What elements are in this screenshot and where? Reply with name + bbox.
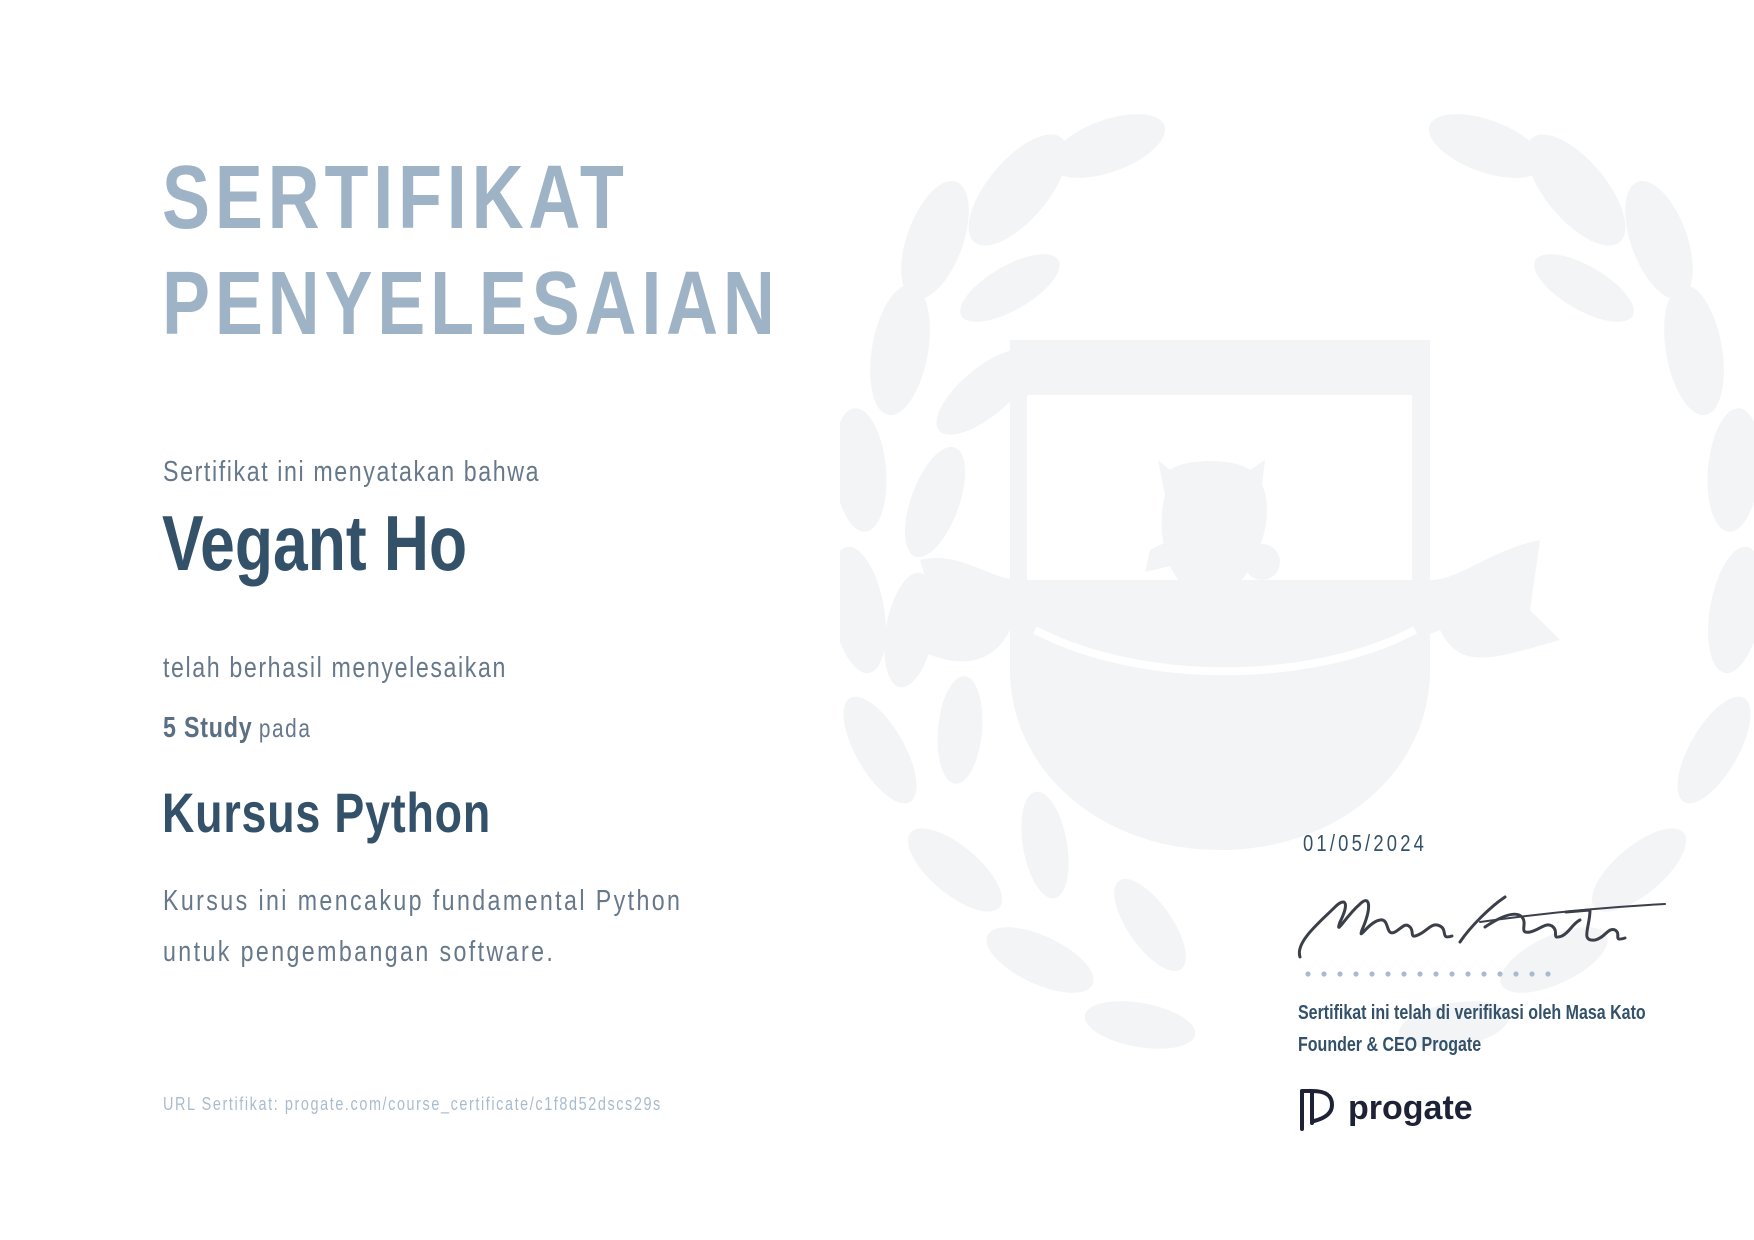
certificate-date: 01/05/2024 — [1303, 830, 1428, 856]
verification-line-2: Founder & CEO Progate — [1298, 1034, 1482, 1056]
study-count: 5 Study — [163, 712, 253, 744]
study-line: 5 Study pada — [163, 712, 349, 745]
intro-text: Sertifikat ini menyatakan bahwa — [163, 456, 541, 488]
certificate-title: SERTIFIKAT PENYELESAIAN — [162, 145, 934, 357]
progate-logo-icon — [1300, 1089, 1334, 1131]
certificate-url: URL Sertifikat: progate.com/course_certi… — [163, 1094, 662, 1114]
signature-image — [1297, 895, 1666, 977]
course-description: Kursus ini mencakup fundamental Python u… — [163, 876, 812, 978]
verification-text: Sertifikat ini telah di verifikasi oleh … — [1298, 997, 1733, 1061]
verification-line-1: Sertifikat ini telah di verifikasi oleh … — [1298, 1002, 1646, 1024]
progate-logo: progate — [1298, 1083, 1473, 1133]
brand-name: progate — [1348, 1088, 1473, 1127]
title-line-2: PENYELESAIAN — [162, 254, 780, 354]
title-line-1: SERTIFIKAT — [162, 148, 629, 248]
course-name: Kursus Python — [162, 781, 492, 844]
completed-text: telah berhasil menyelesaikan — [163, 652, 507, 684]
description-line-2: untuk pengembangan software. — [163, 936, 556, 968]
certificate-page: SERTIFIKAT PENYELESAIAN Sertifikat ini m… — [0, 0, 1754, 1240]
description-line-1: Kursus ini mencakup fundamental Python — [163, 885, 683, 917]
study-suffix: pada — [258, 713, 312, 743]
recipient-name: Vegant Ho — [162, 499, 468, 587]
